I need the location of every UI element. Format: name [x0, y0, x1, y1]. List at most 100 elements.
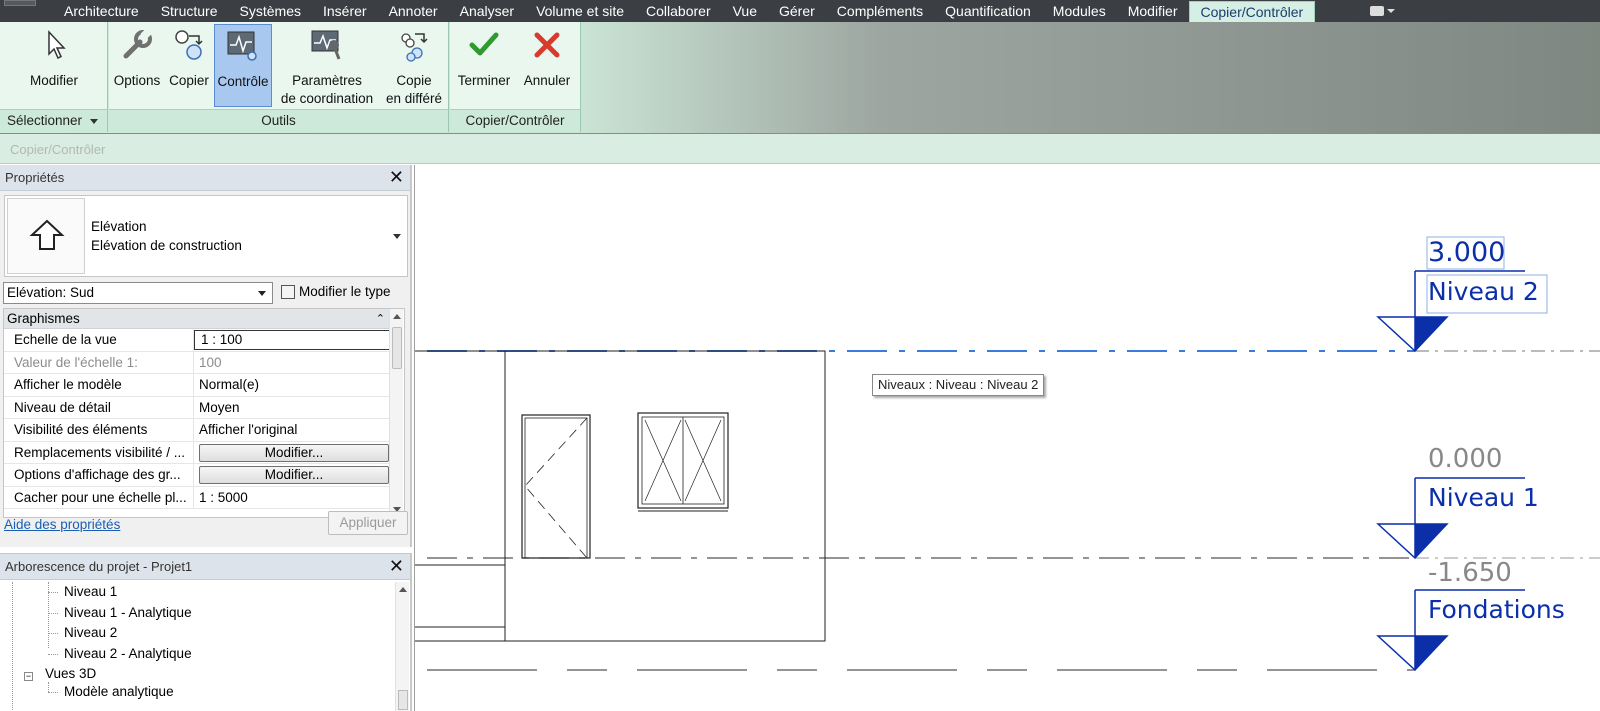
type-name: Elévation de construction: [91, 238, 242, 253]
camera-icon: [1370, 5, 1384, 16]
camera-dropdown[interactable]: [1370, 4, 1396, 17]
checkmark-icon: [469, 32, 499, 56]
edit-type-label: Modifier le type: [299, 284, 391, 299]
tree-item[interactable]: Niveau 1: [64, 584, 117, 599]
scroll-thumb[interactable]: [398, 690, 408, 710]
tree-connector: [48, 654, 58, 655]
collapse-icon[interactable]: ⌃: [376, 309, 385, 329]
level-name-fondations: Fondations: [1428, 595, 1565, 624]
copy-label: Copier: [169, 73, 209, 88]
chevron-down-icon: [258, 291, 266, 296]
tab-architecture[interactable]: Architecture: [53, 0, 150, 22]
project-browser: Arborescence du projet - Projet1 ✕ Nivea…: [0, 553, 412, 711]
batch-copy-line2: en différé: [385, 91, 443, 106]
property-key: Visibilité des éléments: [4, 419, 194, 441]
visibility-overrides-edit-button[interactable]: Modifier...: [199, 443, 389, 462]
cancel-button[interactable]: Annuler: [516, 24, 578, 107]
project-browser-scrollbar[interactable]: [395, 582, 409, 711]
tab-view[interactable]: Vue: [722, 0, 768, 22]
coordination-settings-line2: de coordination: [280, 91, 374, 106]
panel-copy-monitor: Terminer Annuler Copier/Contrôler: [450, 22, 581, 132]
properties-palette: Propriétés ✕ Elévation Elévation de cons…: [0, 165, 412, 547]
property-key: Valeur de l'échelle 1:: [4, 351, 194, 373]
drawing-area[interactable]: 3.000 Niveau 2 0.000 Niveau 1 -1.650 Fon…: [414, 165, 1600, 711]
wall-left: [415, 350, 506, 565]
copy-button[interactable]: Copier: [165, 24, 213, 107]
hide-at-scale-field[interactable]: 1 : 5000: [194, 487, 391, 509]
tab-massing-site[interactable]: Volume et site: [525, 0, 635, 22]
tab-modules[interactable]: Modules: [1042, 0, 1117, 22]
graphic-display-options-edit-button[interactable]: Modifier...: [199, 466, 389, 484]
level-name-niveau-1: Niveau 1: [1428, 483, 1539, 512]
tree-item[interactable]: Niveau 1 - Analytique: [64, 605, 192, 620]
wrench-icon: [123, 28, 152, 59]
close-icon[interactable]: ✕: [389, 167, 404, 187]
tab-structure[interactable]: Structure: [150, 0, 229, 22]
panel-select: Modifier Sélectionner: [0, 22, 108, 132]
scroll-thumb[interactable]: [392, 327, 402, 369]
property-key: Cacher pour une échelle pl...: [4, 486, 194, 508]
instance-selector[interactable]: Elévation: Sud: [3, 282, 273, 304]
panel-copy-monitor-label: Copier/Contrôler: [450, 109, 580, 132]
tree-item-3d-views[interactable]: Vues 3D: [45, 666, 96, 681]
tab-analyze[interactable]: Analyser: [449, 0, 525, 22]
panel-select-dropdown[interactable]: Sélectionner: [0, 109, 107, 132]
detail-level-field[interactable]: Moyen: [194, 397, 391, 419]
chevron-down-icon: [1387, 8, 1395, 13]
batch-copy-line1: Copie: [396, 73, 432, 88]
elevation-view-drawing: [415, 236, 1600, 672]
properties-help-link[interactable]: Aide des propriétés: [4, 517, 120, 532]
options-button[interactable]: Options: [111, 24, 163, 107]
tree-item[interactable]: Niveau 2 - Analytique: [64, 646, 192, 661]
tab-modify[interactable]: Modifier: [1117, 0, 1189, 22]
ribbon-tab-bar: Architecture Structure Systèmes Insérer …: [0, 0, 1600, 22]
tab-manage[interactable]: Gérer: [768, 0, 826, 22]
batch-copy-label: Copie en différé: [382, 72, 446, 108]
tab-copy-monitor[interactable]: Copier/Contrôler: [1188, 1, 1316, 22]
property-row: Valeur de l'échelle 1: 100: [4, 351, 391, 374]
level-elevation-niveau-1: 0.000: [1428, 444, 1503, 474]
tree-item[interactable]: Niveau 2: [64, 625, 117, 640]
finish-button[interactable]: Terminer: [454, 24, 514, 107]
copy-shapes-icon: [175, 30, 203, 60]
display-model-field[interactable]: Normal(e): [194, 374, 391, 396]
parts-visibility-field[interactable]: Afficher l'original: [194, 419, 391, 441]
tab-quantification[interactable]: Quantification: [934, 0, 1042, 22]
building-facade: [504, 350, 826, 642]
monitor-button[interactable]: Contrôle: [214, 24, 272, 107]
type-selector[interactable]: Elévation Elévation de construction: [4, 195, 408, 277]
view-scale-field[interactable]: 1 : 100: [194, 330, 391, 350]
application-menu-button[interactable]: [4, 0, 36, 6]
collapse-toggle-icon[interactable]: −: [24, 672, 33, 681]
options-bar-label: Copier/Contrôler: [10, 142, 106, 157]
tree-connector: [48, 592, 58, 593]
cursor-arrow-icon: [48, 30, 66, 60]
coordination-settings-button[interactable]: Paramètres de coordination: [274, 24, 380, 107]
door-leaf: [524, 417, 588, 559]
tree-connector: [48, 692, 58, 693]
tab-systems[interactable]: Systèmes: [229, 0, 312, 22]
scroll-up-icon[interactable]: [393, 314, 401, 319]
close-icon: [534, 32, 560, 58]
scale-value-field: 100: [199, 354, 222, 370]
tree-item[interactable]: Modèle analytique: [64, 684, 174, 699]
properties-scrollbar[interactable]: [389, 309, 403, 517]
level-elevation-niveau-2[interactable]: 3.000: [1428, 237, 1505, 268]
panel-tools-label: Outils: [109, 109, 448, 132]
tab-addins[interactable]: Compléments: [826, 0, 934, 22]
group-header-graphics[interactable]: Graphismes ⌃: [4, 309, 391, 329]
edit-type-button[interactable]: Modifier le type: [279, 282, 391, 304]
tab-insert[interactable]: Insérer: [312, 0, 378, 22]
project-tree: Niveau 1 Niveau 1 - Analytique Niveau 2 …: [0, 582, 395, 711]
level-name-niveau-2[interactable]: Niveau 2: [1428, 277, 1539, 306]
tab-annotate[interactable]: Annoter: [378, 0, 449, 22]
tree-guide: [12, 582, 13, 711]
property-row: Options d'affichage des gr... Modifier..…: [4, 464, 391, 487]
apply-button[interactable]: Appliquer: [328, 511, 408, 535]
scroll-up-icon[interactable]: [399, 587, 407, 592]
panel-tools: Options Copier Contrôle Paramètres de co…: [109, 22, 449, 132]
modify-button[interactable]: Modifier: [8, 24, 100, 107]
tab-collaborate[interactable]: Collaborer: [635, 0, 722, 22]
close-icon[interactable]: ✕: [389, 556, 404, 576]
batch-copy-button[interactable]: Copie en différé: [382, 24, 446, 107]
